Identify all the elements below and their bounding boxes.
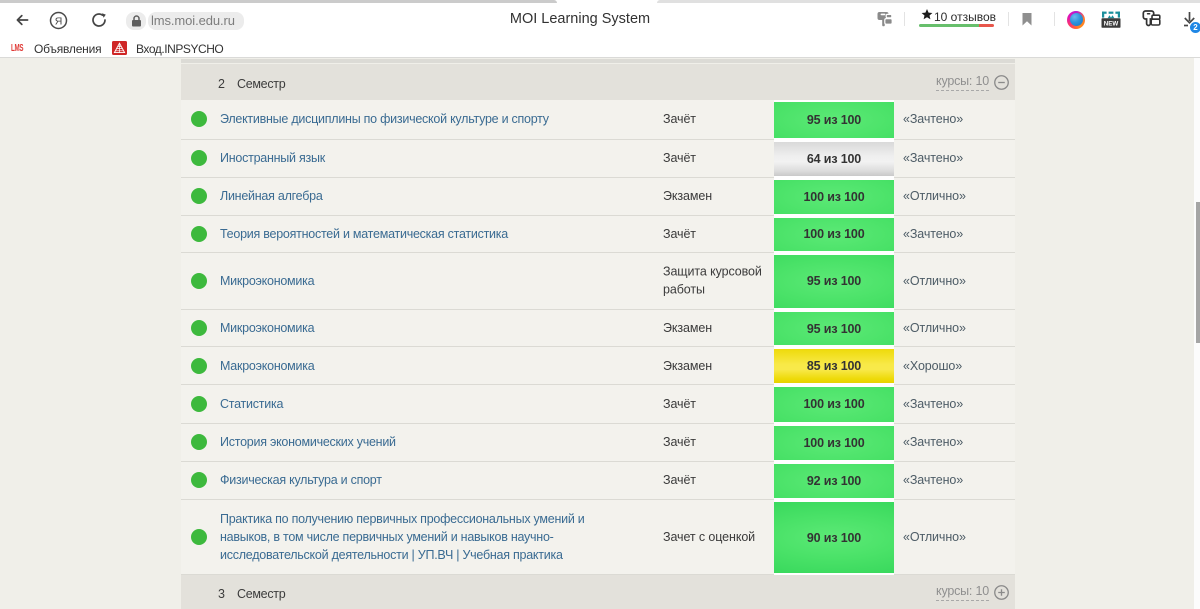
svg-text:NEW: NEW bbox=[1104, 21, 1119, 28]
svg-text:Я: Я bbox=[55, 15, 63, 27]
